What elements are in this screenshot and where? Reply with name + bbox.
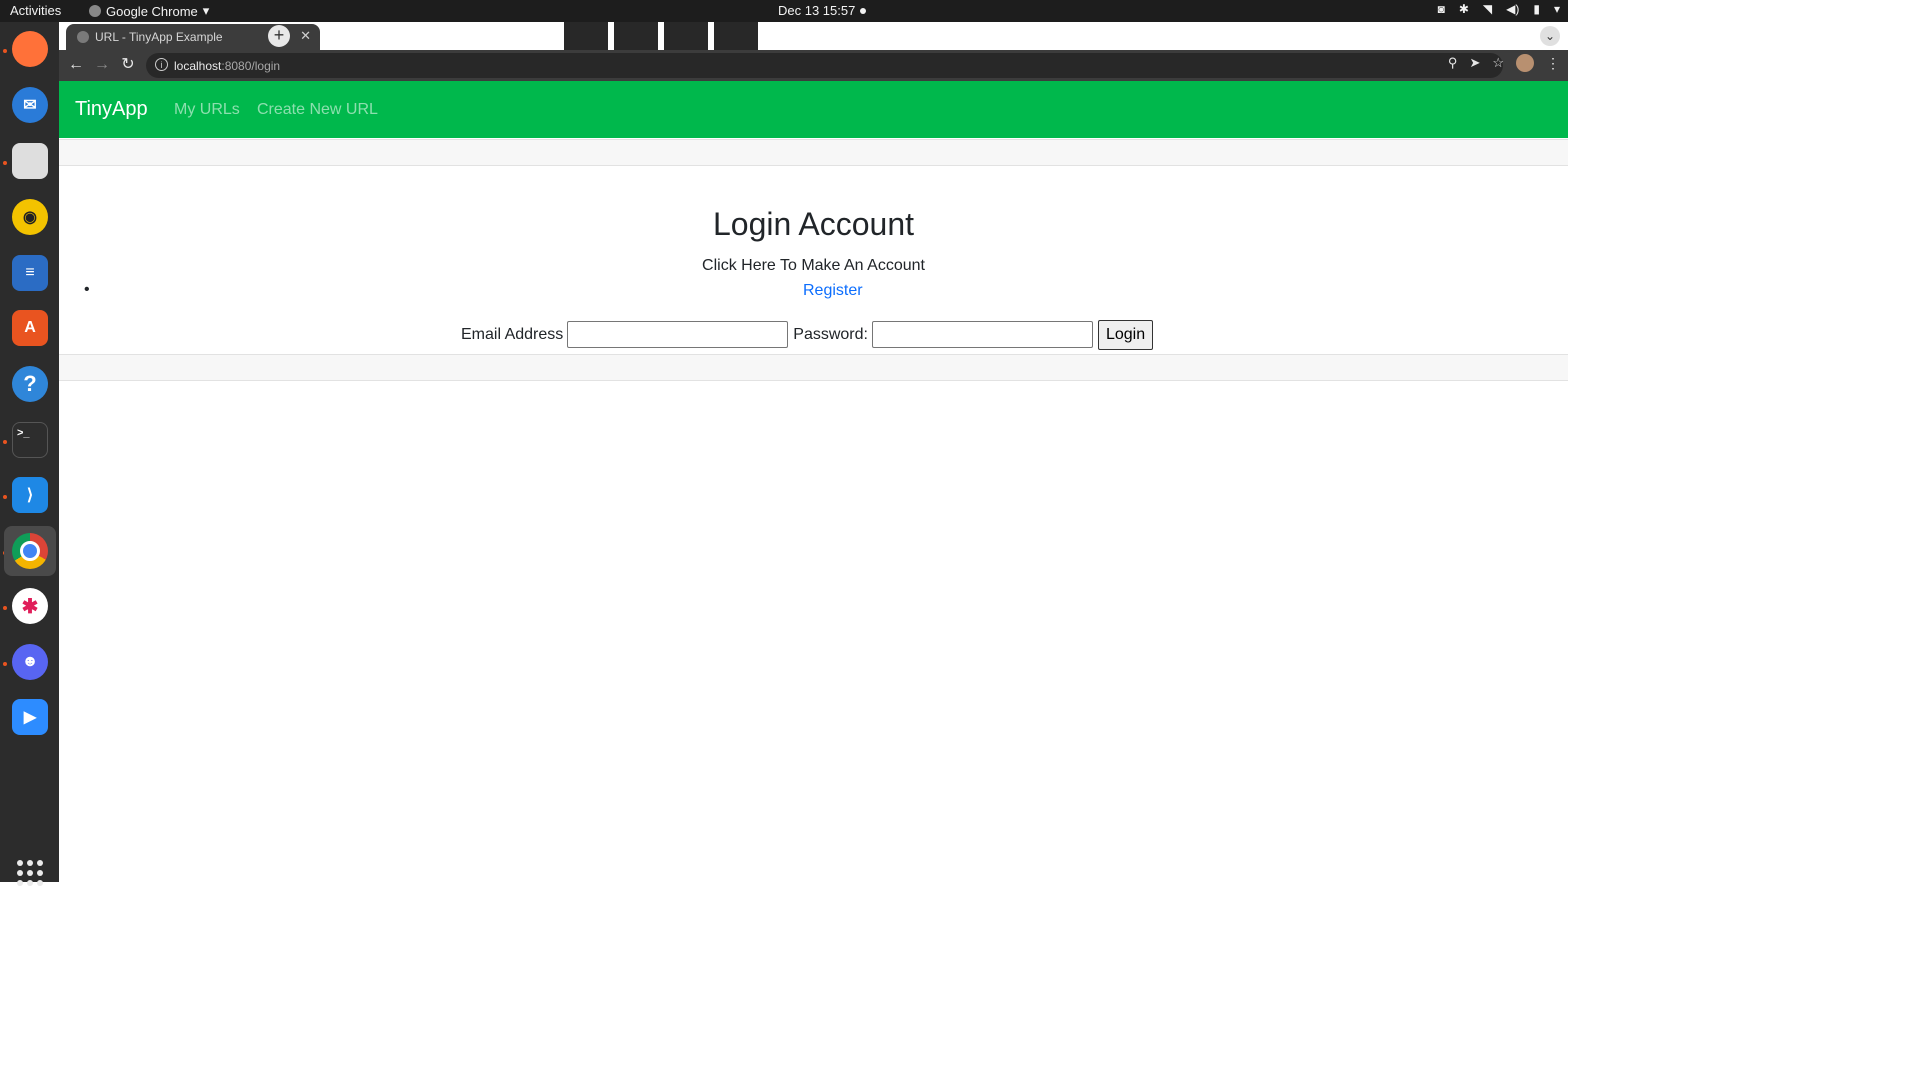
zoom-magnifier-icon[interactable]: ⚲ <box>1448 55 1458 71</box>
battery-icon[interactable]: ▮ <box>1533 2 1540 16</box>
nav-create-new-url[interactable]: Create New URL <box>257 101 378 119</box>
running-indicator <box>3 440 7 444</box>
chevron-down-icon: ▾ <box>202 3 210 18</box>
header-band <box>59 139 1568 166</box>
browser-toolbar: ← → ↻ i localhost:8080/login ⚲ ➤ ☆ ⋮ <box>59 50 1568 81</box>
login-form: Email Address Password: Login <box>461 319 1154 350</box>
files-icon <box>12 143 48 179</box>
dock-vscode[interactable]: ⟩ <box>9 474 51 516</box>
password-label: Password: <box>793 325 868 343</box>
tab-close-icon[interactable]: ✕ <box>300 28 311 44</box>
wifi-icon[interactable]: ◥ <box>1483 2 1492 16</box>
password-field[interactable] <box>871 321 1093 348</box>
address-bar-url[interactable]: localhost:8080/login <box>174 59 280 73</box>
site-info-icon[interactable]: i <box>155 58 168 71</box>
dock-files[interactable] <box>9 140 51 182</box>
dock-slack[interactable]: ✱ <box>9 585 51 627</box>
back-arrow-icon[interactable]: ← <box>65 54 87 76</box>
thunderbird-icon: ✉ <box>12 87 48 123</box>
footer-band <box>59 354 1568 381</box>
dock-terminal[interactable]: >_ <box>9 419 51 461</box>
dock-firefox[interactable] <box>9 28 51 70</box>
tab-title: URL - TinyApp Example <box>95 30 223 44</box>
dock-writer[interactable]: ≡ <box>9 252 51 294</box>
volume-icon[interactable]: ◀) <box>1506 2 1519 16</box>
app-menu[interactable]: Google Chrome ▾ <box>89 3 209 19</box>
new-tab-button[interactable]: + <box>268 25 290 47</box>
address-bar[interactable]: i localhost:8080/login <box>146 53 1503 78</box>
system-top-bar: Activities Google Chrome ▾ Dec 13 15:57 … <box>0 0 1568 22</box>
register-link[interactable]: Register <box>803 282 863 300</box>
app-navbar: TinyApp My URLs Create New URL <box>59 81 1568 138</box>
dock-zoom[interactable]: ▶ <box>9 696 51 738</box>
software-icon: A <box>12 310 48 346</box>
email-label: Email Address <box>461 325 564 343</box>
zoom-icon: ▶ <box>12 699 48 735</box>
more-menu-icon[interactable]: ⋮ <box>1546 55 1560 72</box>
bookmark-star-icon[interactable]: ☆ <box>1492 55 1504 71</box>
discord-icon: ☻ <box>12 644 48 680</box>
background-banner-image <box>564 22 764 50</box>
vscode-icon: ⟩ <box>12 477 48 513</box>
forward-arrow-icon[interactable]: → <box>91 54 113 76</box>
slack-tray-icon[interactable]: ✱ <box>1459 2 1469 16</box>
dock-chrome[interactable] <box>4 526 56 576</box>
brand-link[interactable]: TinyApp <box>75 98 148 121</box>
writer-icon: ≡ <box>12 255 48 291</box>
running-indicator <box>3 49 7 53</box>
list-bullet: • <box>84 281 90 298</box>
dock-discord[interactable]: ☻ <box>9 641 51 683</box>
favicon-icon <box>77 31 89 43</box>
discord-tray-icon[interactable]: ◙ <box>1438 2 1445 16</box>
chrome-app-icon <box>89 5 101 17</box>
running-indicator <box>3 606 7 610</box>
dock-rhythmbox[interactable]: ◉ <box>9 196 51 238</box>
page-title: Login Account <box>712 206 915 242</box>
nav-my-urls[interactable]: My URLs <box>174 101 240 119</box>
web-page: TinyApp My URLs Create New URL Login Acc… <box>59 81 1568 882</box>
show-applications-icon[interactable] <box>17 860 43 886</box>
chrome-icon <box>12 533 48 569</box>
clock[interactable]: Dec 13 15:57 <box>778 3 855 18</box>
register-prompt: Click Here To Make An Account <box>702 257 925 274</box>
dock-thunderbird[interactable]: ✉ <box>9 84 51 126</box>
running-indicator <box>3 662 7 666</box>
dock: ✉ ◉ ≡ A ? >_ ⟩ ✱ ☻ ▶ <box>0 22 59 886</box>
system-menu-chevron-icon[interactable]: ▾ <box>1554 2 1560 16</box>
firefox-icon <box>12 31 48 67</box>
terminal-icon: >_ <box>12 422 48 458</box>
dock-software[interactable]: A <box>9 307 51 349</box>
running-indicator <box>3 495 7 499</box>
app-menu-label: Google Chrome <box>106 3 198 19</box>
activities-button[interactable]: Activities <box>10 3 61 18</box>
email-field[interactable] <box>567 321 789 348</box>
reload-icon[interactable]: ↻ <box>117 54 139 76</box>
send-to-device-icon[interactable]: ➤ <box>1469 55 1480 71</box>
notification-dot-icon <box>860 8 866 14</box>
rhythmbox-icon: ◉ <box>12 199 48 235</box>
profile-avatar[interactable] <box>1516 54 1534 72</box>
help-icon: ? <box>12 366 48 402</box>
tab-search-chevron-icon[interactable]: ⌄ <box>1540 26 1560 46</box>
slack-icon: ✱ <box>12 588 48 624</box>
dock-help[interactable]: ? <box>9 363 51 405</box>
browser-tab-strip: URL - TinyApp Example ✕ + ⌄ <box>59 22 1568 50</box>
toolbar-actions: ⚲ ➤ ☆ ⋮ <box>1448 54 1560 72</box>
system-tray[interactable]: ◙ ✱ ◥ ◀) ▮ ▾ <box>1438 2 1560 16</box>
login-button[interactable]: Login <box>1097 319 1154 350</box>
running-indicator <box>3 161 7 165</box>
